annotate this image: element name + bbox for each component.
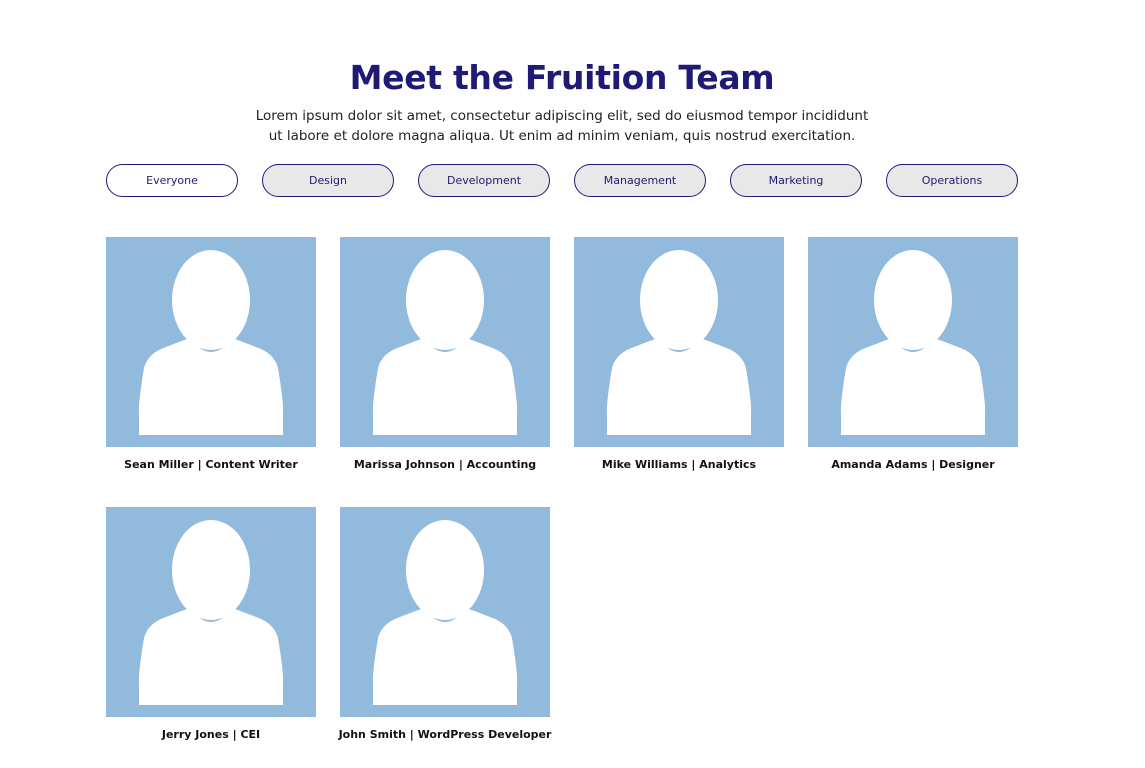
user-silhouette-icon <box>372 250 518 435</box>
filter-development-button[interactable]: Development <box>418 164 550 197</box>
user-silhouette-icon <box>840 250 986 435</box>
avatar[interactable] <box>574 237 784 447</box>
filter-operations-button[interactable]: Operations <box>886 164 1018 197</box>
user-silhouette-icon <box>138 520 284 705</box>
member-caption: Marissa Johnson | Accounting <box>353 458 537 471</box>
user-silhouette-icon <box>606 250 752 435</box>
avatar[interactable] <box>340 507 550 717</box>
member-caption: Jerry Jones | CEI <box>161 728 261 741</box>
filter-design-button[interactable]: Design <box>262 164 394 197</box>
filter-management-button[interactable]: Management <box>574 164 706 197</box>
avatar[interactable] <box>106 507 316 717</box>
member-caption: Mike Williams | Analytics <box>601 458 757 471</box>
avatar[interactable] <box>340 237 550 447</box>
member-caption: Amanda Adams | Designer <box>831 458 995 471</box>
avatar[interactable] <box>808 237 1018 447</box>
member-caption: John Smith | WordPress Developer <box>338 728 552 741</box>
member-caption: Sean Miller | Content Writer <box>124 458 298 471</box>
intro-text: Lorem ipsum dolor sit amet, consectetur … <box>255 107 869 144</box>
user-silhouette-icon <box>138 250 284 435</box>
page-title: Meet the Fruition Team <box>349 58 775 98</box>
filter-marketing-button[interactable]: Marketing <box>730 164 862 197</box>
avatar[interactable] <box>106 237 316 447</box>
filter-everyone-button[interactable]: Everyone <box>106 164 238 197</box>
user-silhouette-icon <box>372 520 518 705</box>
